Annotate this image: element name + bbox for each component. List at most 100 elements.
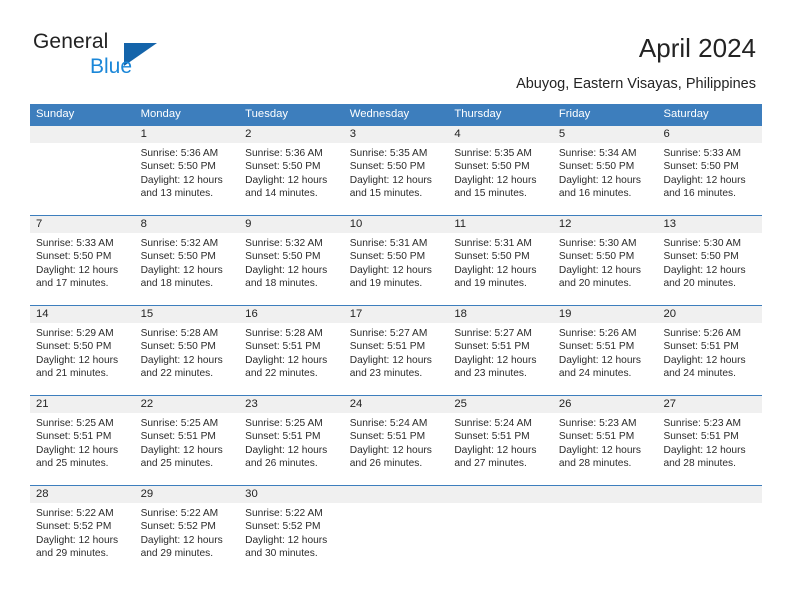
day-cell[interactable]: Sunrise: 5:34 AM Sunset: 5:50 PM Dayligh…	[553, 143, 658, 215]
daylight-line1: Daylight: 12 hours	[245, 534, 328, 546]
day-number[interactable]: 28	[30, 486, 135, 503]
day-cell[interactable]: Sunrise: 5:30 AM Sunset: 5:50 PM Dayligh…	[657, 233, 762, 305]
day-number[interactable]: 4	[448, 126, 553, 143]
day-cell[interactable]: Sunrise: 5:28 AM Sunset: 5:51 PM Dayligh…	[239, 323, 344, 395]
day-cell[interactable]: Sunrise: 5:28 AM Sunset: 5:50 PM Dayligh…	[135, 323, 240, 395]
day-cell[interactable]	[344, 503, 449, 575]
day-number[interactable]	[344, 486, 449, 503]
weekday-header-monday: Monday	[140, 108, 181, 120]
day-cell[interactable]: Sunrise: 5:22 AM Sunset: 5:52 PM Dayligh…	[239, 503, 344, 575]
day-cell[interactable]: Sunrise: 5:25 AM Sunset: 5:51 PM Dayligh…	[30, 413, 135, 485]
day-cell[interactable]: Sunrise: 5:26 AM Sunset: 5:51 PM Dayligh…	[553, 323, 658, 395]
day-number[interactable]: 3	[344, 126, 449, 143]
day-number[interactable]: 26	[553, 396, 658, 413]
day-cell[interactable]: Sunrise: 5:25 AM Sunset: 5:51 PM Dayligh…	[135, 413, 240, 485]
daylight-line1: Daylight: 12 hours	[245, 174, 328, 186]
day-number[interactable]: 2	[239, 126, 344, 143]
sunset-text: Sunset: 5:50 PM	[140, 341, 216, 353]
day-cell[interactable]: Sunrise: 5:31 AM Sunset: 5:50 PM Dayligh…	[448, 233, 553, 305]
day-cell[interactable]: Sunrise: 5:22 AM Sunset: 5:52 PM Dayligh…	[30, 503, 135, 575]
day-cell[interactable]: Sunrise: 5:24 AM Sunset: 5:51 PM Dayligh…	[448, 413, 553, 485]
daylight-line2: and 20 minutes.	[663, 277, 736, 289]
day-cell[interactable]: Sunrise: 5:35 AM Sunset: 5:50 PM Dayligh…	[344, 143, 449, 215]
day-cell[interactable]	[657, 503, 762, 575]
day-number[interactable]: 1	[135, 126, 240, 143]
day-number[interactable]	[553, 486, 658, 503]
day-cell[interactable]: Sunrise: 5:35 AM Sunset: 5:50 PM Dayligh…	[448, 143, 553, 215]
day-cell[interactable]	[30, 143, 135, 215]
daylight-line1: Daylight: 12 hours	[558, 264, 642, 276]
day-number[interactable]: 20	[657, 306, 762, 323]
day-cell[interactable]: Sunrise: 5:26 AM Sunset: 5:51 PM Dayligh…	[657, 323, 762, 395]
week-daynumbers: 7 8 9 10 11 12 13	[30, 216, 762, 233]
daylight-line1: Daylight: 12 hours	[663, 354, 746, 366]
day-number[interactable]: 14	[30, 306, 135, 323]
week-details: Sunrise: 5:33 AM Sunset: 5:50 PM Dayligh…	[30, 233, 762, 305]
daylight-line1: Daylight: 12 hours	[245, 264, 328, 276]
sunset-text: Sunset: 5:50 PM	[663, 251, 739, 263]
generalblue-logo[interactable]: General Blue	[33, 30, 233, 86]
daylight-line2: and 19 minutes.	[349, 277, 423, 289]
daylight-line2: and 23 minutes.	[454, 367, 527, 379]
week-row: 28 29 30 Sunrise: 5:22 AM Sunset: 5:52 P…	[30, 485, 762, 575]
day-number[interactable]: 15	[135, 306, 240, 323]
day-number[interactable]: 16	[239, 306, 344, 323]
sunset-text: Sunset: 5:51 PM	[36, 431, 112, 443]
day-cell[interactable]: Sunrise: 5:23 AM Sunset: 5:51 PM Dayligh…	[657, 413, 762, 485]
day-cell[interactable]: Sunrise: 5:29 AM Sunset: 5:50 PM Dayligh…	[30, 323, 135, 395]
day-number[interactable]: 27	[657, 396, 762, 413]
day-number[interactable]: 12	[553, 216, 658, 233]
day-cell[interactable]	[448, 503, 553, 575]
day-number[interactable]: 25	[448, 396, 553, 413]
day-number[interactable]	[448, 486, 553, 503]
week-row: 21 22 23 24 25 26 27 Sunrise: 5:25 AM Su…	[30, 395, 762, 485]
daylight-line1: Daylight: 12 hours	[454, 354, 537, 366]
sunset-text: Sunset: 5:50 PM	[558, 251, 635, 263]
day-number[interactable]	[30, 126, 135, 143]
day-number[interactable]: 6	[657, 126, 762, 143]
daylight-line1: Daylight: 12 hours	[140, 534, 223, 546]
calendar-grid: Sunday Monday Tuesday Wednesday Thursday…	[30, 104, 762, 575]
sunset-text: Sunset: 5:50 PM	[349, 251, 426, 263]
day-cell[interactable]: Sunrise: 5:23 AM Sunset: 5:51 PM Dayligh…	[553, 413, 658, 485]
day-number[interactable]: 5	[553, 126, 658, 143]
sunrise-text: Sunrise: 5:27 AM	[454, 328, 532, 339]
day-number[interactable]: 21	[30, 396, 135, 413]
day-number[interactable]: 13	[657, 216, 762, 233]
day-cell[interactable]: Sunrise: 5:36 AM Sunset: 5:50 PM Dayligh…	[239, 143, 344, 215]
day-cell[interactable]	[553, 503, 658, 575]
day-cell[interactable]: Sunrise: 5:36 AM Sunset: 5:50 PM Dayligh…	[135, 143, 240, 215]
day-cell[interactable]: Sunrise: 5:33 AM Sunset: 5:50 PM Dayligh…	[30, 233, 135, 305]
day-number[interactable]: 19	[553, 306, 658, 323]
day-number[interactable]	[657, 486, 762, 503]
day-cell[interactable]: Sunrise: 5:25 AM Sunset: 5:51 PM Dayligh…	[239, 413, 344, 485]
day-cell[interactable]: Sunrise: 5:32 AM Sunset: 5:50 PM Dayligh…	[135, 233, 240, 305]
day-cell[interactable]: Sunrise: 5:33 AM Sunset: 5:50 PM Dayligh…	[657, 143, 762, 215]
day-number[interactable]: 22	[135, 396, 240, 413]
sunrise-text: Sunrise: 5:26 AM	[558, 328, 637, 339]
day-cell[interactable]: Sunrise: 5:30 AM Sunset: 5:50 PM Dayligh…	[553, 233, 658, 305]
day-number[interactable]: 18	[448, 306, 553, 323]
day-number[interactable]: 17	[344, 306, 449, 323]
day-cell[interactable]: Sunrise: 5:32 AM Sunset: 5:50 PM Dayligh…	[239, 233, 344, 305]
day-cell[interactable]: Sunrise: 5:31 AM Sunset: 5:50 PM Dayligh…	[344, 233, 449, 305]
day-cell[interactable]: Sunrise: 5:22 AM Sunset: 5:52 PM Dayligh…	[135, 503, 240, 575]
sunset-text: Sunset: 5:51 PM	[245, 341, 321, 353]
day-number[interactable]: 24	[344, 396, 449, 413]
sunset-text: Sunset: 5:51 PM	[663, 431, 739, 443]
day-number[interactable]: 9	[239, 216, 344, 233]
daylight-line2: and 28 minutes.	[663, 457, 736, 469]
day-number[interactable]: 23	[239, 396, 344, 413]
day-number[interactable]: 11	[448, 216, 553, 233]
day-number[interactable]: 30	[239, 486, 344, 503]
day-cell[interactable]: Sunrise: 5:27 AM Sunset: 5:51 PM Dayligh…	[344, 323, 449, 395]
daylight-line1: Daylight: 12 hours	[349, 354, 432, 366]
week-daynumbers: 28 29 30	[30, 486, 762, 503]
day-number[interactable]: 8	[135, 216, 240, 233]
day-number[interactable]: 29	[135, 486, 240, 503]
daylight-line1: Daylight: 12 hours	[558, 444, 642, 456]
day-cell[interactable]: Sunrise: 5:27 AM Sunset: 5:51 PM Dayligh…	[448, 323, 553, 395]
day-cell[interactable]: Sunrise: 5:24 AM Sunset: 5:51 PM Dayligh…	[344, 413, 449, 485]
day-number[interactable]: 10	[344, 216, 449, 233]
day-number[interactable]: 7	[30, 216, 135, 233]
